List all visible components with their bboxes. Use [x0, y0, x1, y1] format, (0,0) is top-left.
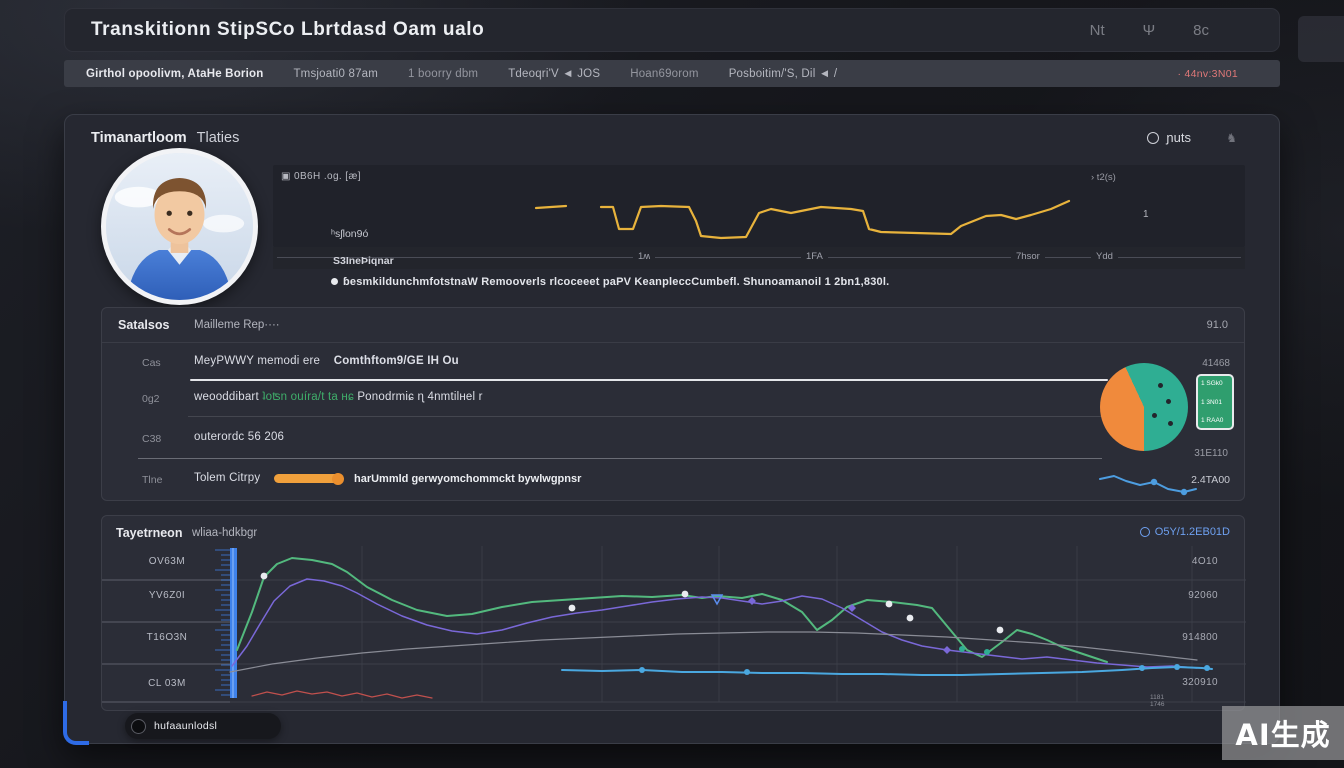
chart-subtitle: wliaa-hdkbgr [192, 527, 257, 539]
pie-chart[interactable] [1100, 363, 1188, 451]
line-chart-panel: Tayetrneon wliaa-hdkbgr O5Y/1.2EB01D OV6… [101, 515, 1245, 711]
timeline-line-chart [273, 165, 1245, 247]
user-icon[interactable]: 8c [1193, 22, 1209, 39]
divider [102, 342, 1244, 343]
status-ring-icon [1147, 132, 1159, 144]
nav-item-1[interactable]: Girthol opoolivm, AtaHe Borion [86, 68, 263, 80]
progress-pill [274, 474, 340, 483]
chart-header-link[interactable]: O5Y/1.2EB01D [1140, 526, 1230, 538]
axis-tick-1: 1ʍ [633, 251, 655, 262]
divider [188, 416, 1102, 417]
status-label: ɲuts [1166, 130, 1191, 145]
legend-line-3: 1 RAA0 [1201, 417, 1229, 424]
nav-item-5[interactable]: Hoan69orom [630, 68, 698, 80]
statistics-title: Satalsos [118, 318, 169, 332]
stat-row-label-3: C38 [142, 433, 161, 445]
dashboard-card: Timanartloom Tlaties ɲuts ♞ [64, 114, 1280, 744]
stat-row-label-4: Tlne [142, 474, 162, 486]
stat-row-text-4[interactable]: Tolem Citrpy [194, 472, 260, 484]
chart-title: Tayetrneon [116, 526, 182, 540]
axis-tick-2: 1FA [801, 251, 828, 262]
right-label-1: 4O10 [1192, 556, 1218, 567]
card-title-bold: Timanartloom [91, 130, 187, 146]
right-label-4: 320910 [1182, 677, 1218, 688]
card-title-light: Tlaties [197, 130, 240, 146]
pie-legend: 1 SGk0 1 3N01 1 RAA0 [1196, 374, 1234, 430]
right-label-3: 914800 [1182, 632, 1218, 643]
background-corner-tile [1298, 16, 1344, 62]
pie-dot [1168, 421, 1173, 426]
statistics-subtitle: Mailleme Rep···· [194, 319, 280, 331]
statistics-header-value: 91.0 [1207, 319, 1228, 331]
chart-plot-area[interactable]: OV63M YV6Z0I T16O3N CL 03M 4O10 92060 91… [102, 546, 1246, 712]
avatar[interactable] [101, 148, 258, 305]
bullet-icon [331, 278, 338, 285]
nav-alert-badge[interactable]: · 44nv:3N01 [1177, 68, 1238, 80]
clock-icon [1140, 527, 1150, 537]
footer-status-text: hufaaunlodsl [154, 720, 217, 732]
notifications-icon[interactable]: Nt [1090, 22, 1105, 39]
footer-status-pill[interactable]: hufaaunlodsl [125, 713, 281, 739]
y-label-2: YV6Z0I [112, 590, 222, 601]
statistics-panel: Satalsos Mailleme Rep···· 91.0 Cas MeyPW… [101, 307, 1245, 501]
tiny-axis-values: 1181 1746 [1150, 694, 1164, 708]
stat-value-mid: 31E110 [1194, 448, 1228, 459]
window-title: Transkitionn StipSCo Lbrtdasd Oam ualo [91, 19, 484, 41]
titlebar-actions: Nt Ψ 8c [1090, 22, 1209, 39]
main-nav: Girthol opoolivm, AtaHe Borion Tmsjoati0… [64, 60, 1280, 87]
highlighted-green-text: ʇoʦn ouíra/t ta ʜɕ [262, 391, 354, 403]
stat-row-label-2: 0g2 [142, 393, 160, 405]
card-status[interactable]: ɲuts [1147, 130, 1191, 145]
divider-strong [190, 379, 1108, 381]
nav-item-4[interactable]: Tdeoqri'V ◄ JOS [508, 68, 600, 80]
legend-line-1: 1 SGk0 [1201, 380, 1229, 387]
axis-tick-4: Ydd [1091, 251, 1118, 262]
nav-item-6[interactable]: Posboitim/'S, Dil ◄ / [729, 68, 838, 80]
stat-row-label-1: Cas [142, 357, 161, 369]
divider-medium [138, 458, 1102, 459]
chart-header: Tayetrneon wliaa-hdkbgr [102, 516, 1244, 550]
window-titlebar: Transkitionn StipSCo Lbrtdasd Oam ualo N… [64, 8, 1280, 52]
sparkline-chart [1098, 470, 1200, 500]
y-label-1: OV63M [112, 556, 222, 567]
timeline-axis: 1ʍ 1FA 7hsor Ydd [273, 247, 1245, 269]
nav-item-2[interactable]: Tmsjoati0 87am [293, 68, 378, 80]
stat-row-text-2[interactable]: weooddibart ʇoʦn ouíra/t ta ʜɕ Ponodrmiɕ… [194, 391, 483, 403]
axis-tick-3: 7hsor [1011, 251, 1045, 262]
stat-row-text-3[interactable]: outerordc 56 206 [194, 431, 284, 443]
y-label-3: T16O3N [112, 632, 222, 643]
right-label-2: 92060 [1188, 590, 1218, 601]
timeline-description: ɓesmkildunchmfotstnaW Remooverls rlcocee… [331, 276, 889, 288]
stat-row-text-1[interactable]: MeyPWWY memodi ere Comthftom9/GE IH Ou [194, 355, 459, 367]
globe-icon[interactable]: Ψ [1143, 22, 1156, 39]
card-title: Timanartloom Tlaties [91, 130, 239, 146]
ai-watermark: AI生成 [1222, 706, 1344, 760]
timeline-label-top: ʰsʃlon9ó [331, 228, 368, 240]
timeline-label-bottom: S3IneÞiqnar [333, 255, 394, 267]
timeline-strip: ▣ 0B6H .og. [æ] › t2(s) 1 [273, 165, 1245, 247]
pie-dot [1158, 383, 1163, 388]
nav-item-3[interactable]: 1 boorry dbm [408, 68, 478, 80]
pie-dot [1166, 399, 1171, 404]
stat-row-bold-4: harUmmld gerwyomchommckt bywlwgpnsr [354, 473, 581, 485]
card-extra-icon[interactable]: ♞ [1226, 131, 1237, 145]
stat-row-value-1: 41468 [1202, 358, 1230, 369]
statistics-header: Satalsos Mailleme Rep···· 91.0 [102, 308, 1244, 342]
multi-line-chart [102, 546, 1246, 712]
legend-line-2: 1 3N01 [1201, 399, 1229, 406]
y-label-4: CL 03M [112, 678, 222, 689]
pie-dot [1152, 413, 1157, 418]
record-icon [131, 719, 146, 734]
